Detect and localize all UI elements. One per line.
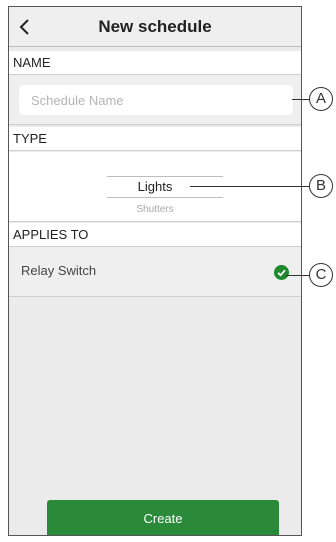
callout-c: C [309, 263, 333, 287]
header-bar: New schedule [9, 7, 301, 47]
relay-switch-row[interactable]: Relay Switch [9, 247, 301, 297]
callout-a-line [292, 99, 310, 100]
callout-c-line [286, 275, 310, 276]
name-field-container [9, 75, 301, 125]
applies-to-section-label: APPLIES TO [9, 223, 301, 247]
page-title: New schedule [98, 17, 212, 36]
phone-screen: New schedule NAME TYPE Lights Shutters A… [8, 6, 302, 536]
type-picker[interactable]: Lights Shutters [9, 152, 301, 222]
schedule-name-input[interactable] [19, 85, 293, 115]
callout-a: A [309, 87, 333, 111]
picker-next-option[interactable]: Shutters [9, 204, 301, 215]
callout-b: B [309, 174, 333, 198]
create-button[interactable]: Create [47, 500, 279, 535]
check-circle-icon[interactable] [274, 265, 289, 280]
relay-switch-label: Relay Switch [21, 263, 97, 278]
type-section-label: TYPE [9, 127, 301, 151]
picker-top-divider [107, 176, 223, 177]
picker-bottom-divider [107, 197, 223, 198]
callout-b-line [190, 186, 310, 187]
name-section-label: NAME [9, 51, 301, 75]
